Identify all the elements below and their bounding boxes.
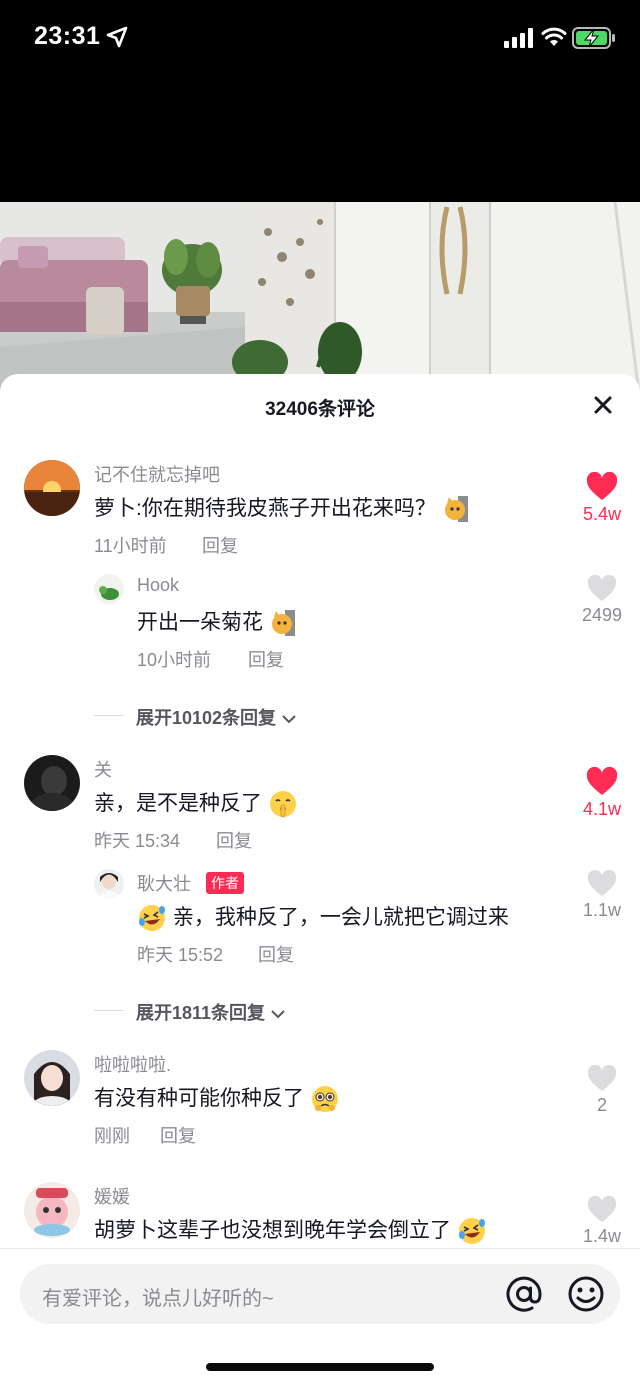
reply-button[interactable]: 回复 bbox=[202, 532, 238, 558]
reply-text: 亲，我种反了，一会儿就把它调过来 bbox=[137, 901, 509, 933]
chevron-down-icon bbox=[271, 1010, 285, 1019]
avatar[interactable] bbox=[24, 1182, 80, 1238]
reply-button[interactable]: 回复 bbox=[160, 1122, 196, 1148]
comment-text: 有没有种可能你种反了 bbox=[94, 1082, 340, 1114]
like-count: 2499 bbox=[581, 605, 623, 625]
close-icon[interactable] bbox=[588, 390, 618, 420]
reply-username[interactable]: 耿大壮 bbox=[137, 870, 191, 896]
reply-username[interactable]: Hook bbox=[137, 575, 179, 596]
reply-button[interactable]: 回复 bbox=[216, 827, 252, 853]
author-badge: 作者 bbox=[206, 872, 244, 894]
location-arrow-icon bbox=[106, 26, 128, 48]
signal-icon bbox=[504, 28, 533, 48]
like-count: 2 bbox=[596, 1095, 607, 1115]
heart-icon bbox=[586, 472, 618, 500]
laughing-tears-emoji-icon bbox=[458, 1218, 485, 1245]
wifi-icon bbox=[541, 27, 567, 46]
reply-time: 10小时前 bbox=[137, 650, 212, 670]
expand-divider bbox=[94, 1010, 124, 1011]
comment-input-placeholder: 有爱评论，说点儿好听的~ bbox=[42, 1288, 274, 1310]
at-icon[interactable] bbox=[504, 1274, 544, 1314]
cat-peek-emoji-icon bbox=[271, 610, 295, 637]
avatar[interactable] bbox=[94, 869, 124, 899]
comment-text-content: 胡萝卜这辈子也没想到晚年学会倒立了 bbox=[94, 1219, 451, 1242]
reply-text-content: 开出一朵菊花 bbox=[137, 611, 263, 634]
comment-text: 萝卜:你在期待我皮燕子开出花来吗？ bbox=[94, 492, 472, 524]
comment-time: 昨天 15:34 bbox=[94, 831, 181, 851]
comment-username[interactable]: 媛媛 bbox=[94, 1183, 130, 1209]
battery-charging-icon bbox=[572, 27, 615, 49]
avatar[interactable] bbox=[24, 755, 80, 811]
comment-time: 刚刚 bbox=[94, 1126, 130, 1146]
home-indicator[interactable] bbox=[206, 1363, 434, 1371]
reply-time: 昨天 15:52 bbox=[137, 945, 224, 965]
status-time: 23:31 bbox=[34, 22, 101, 50]
comment-username[interactable]: 啦啦啦啦. bbox=[94, 1051, 171, 1077]
reply-text-content: 亲，我种反了，一会儿就把它调过来 bbox=[172, 906, 509, 929]
like-count: 1.1w bbox=[582, 900, 622, 920]
avatar[interactable] bbox=[94, 574, 124, 604]
heart-icon bbox=[587, 575, 617, 602]
like-button[interactable]: 5.4w bbox=[572, 472, 632, 525]
heart-icon bbox=[586, 767, 618, 795]
video-scene bbox=[0, 202, 640, 402]
cat-peek-emoji-icon bbox=[444, 496, 468, 523]
emoji-face-icon[interactable] bbox=[566, 1274, 606, 1314]
comment-text: 亲，是不是种反了 bbox=[94, 787, 298, 819]
avatar[interactable] bbox=[24, 460, 80, 516]
comment-text: 胡萝卜这辈子也没想到晚年学会倒立了 bbox=[94, 1214, 487, 1246]
comments-sheet: 32406条评论 记不住就忘掉吧 萝卜:你在期待我皮燕子开出花来吗？ 11小时前… bbox=[0, 374, 640, 1385]
like-count: 4.1w bbox=[582, 799, 622, 819]
like-button[interactable]: 4.1w bbox=[572, 767, 632, 820]
expand-replies-button[interactable]: 展开10102条回复 bbox=[136, 704, 297, 730]
comment-username[interactable]: 关 bbox=[94, 756, 112, 782]
avatar[interactable] bbox=[24, 1050, 80, 1106]
like-button[interactable]: 2 bbox=[572, 1065, 632, 1116]
phone-screen: 23:31 32406条评论 记不住就忘掉吧 萝卜:你在期待我皮燕子开出花来吗？… bbox=[0, 0, 640, 1385]
comment-text-content: 有没有种可能你种反了 bbox=[94, 1087, 304, 1110]
comment-count-title: 32406条评论 bbox=[265, 399, 375, 420]
like-count: 1.4w bbox=[582, 1226, 622, 1246]
comment-time: 11小时前 bbox=[94, 536, 167, 556]
reply-button[interactable]: 回复 bbox=[258, 941, 294, 967]
comment-username[interactable]: 记不住就忘掉吧 bbox=[94, 461, 220, 487]
like-button[interactable]: 1.1w bbox=[572, 870, 632, 921]
pleading-face-emoji-icon bbox=[311, 1086, 338, 1113]
like-button[interactable]: 2499 bbox=[572, 575, 632, 626]
expand-divider bbox=[94, 715, 124, 716]
chevron-down-icon bbox=[282, 715, 296, 724]
heart-icon bbox=[587, 870, 617, 897]
expand-replies-button[interactable]: 展开1811条回复 bbox=[136, 999, 286, 1025]
heart-icon bbox=[587, 1065, 617, 1092]
status-bar: 23:31 bbox=[0, 0, 640, 80]
shush-face-emoji-icon bbox=[269, 791, 296, 818]
video-frame[interactable] bbox=[0, 202, 640, 402]
heart-icon bbox=[587, 1196, 617, 1223]
reply-text: 开出一朵菊花 bbox=[137, 606, 299, 638]
reply-button[interactable]: 回复 bbox=[248, 646, 284, 672]
comment-text-content: 亲，是不是种反了 bbox=[94, 792, 262, 815]
like-button[interactable]: 1.4w bbox=[572, 1196, 632, 1247]
laughing-tears-emoji-icon bbox=[139, 905, 165, 932]
comment-input[interactable]: 有爱评论，说点儿好听的~ bbox=[20, 1264, 620, 1324]
like-count: 5.4w bbox=[582, 504, 622, 524]
expand-replies-label: 展开1811条回复 bbox=[136, 1003, 266, 1023]
comment-text-content: 萝卜:你在期待我皮燕子开出花来吗？ bbox=[94, 497, 436, 520]
expand-replies-label: 展开10102条回复 bbox=[136, 708, 277, 728]
